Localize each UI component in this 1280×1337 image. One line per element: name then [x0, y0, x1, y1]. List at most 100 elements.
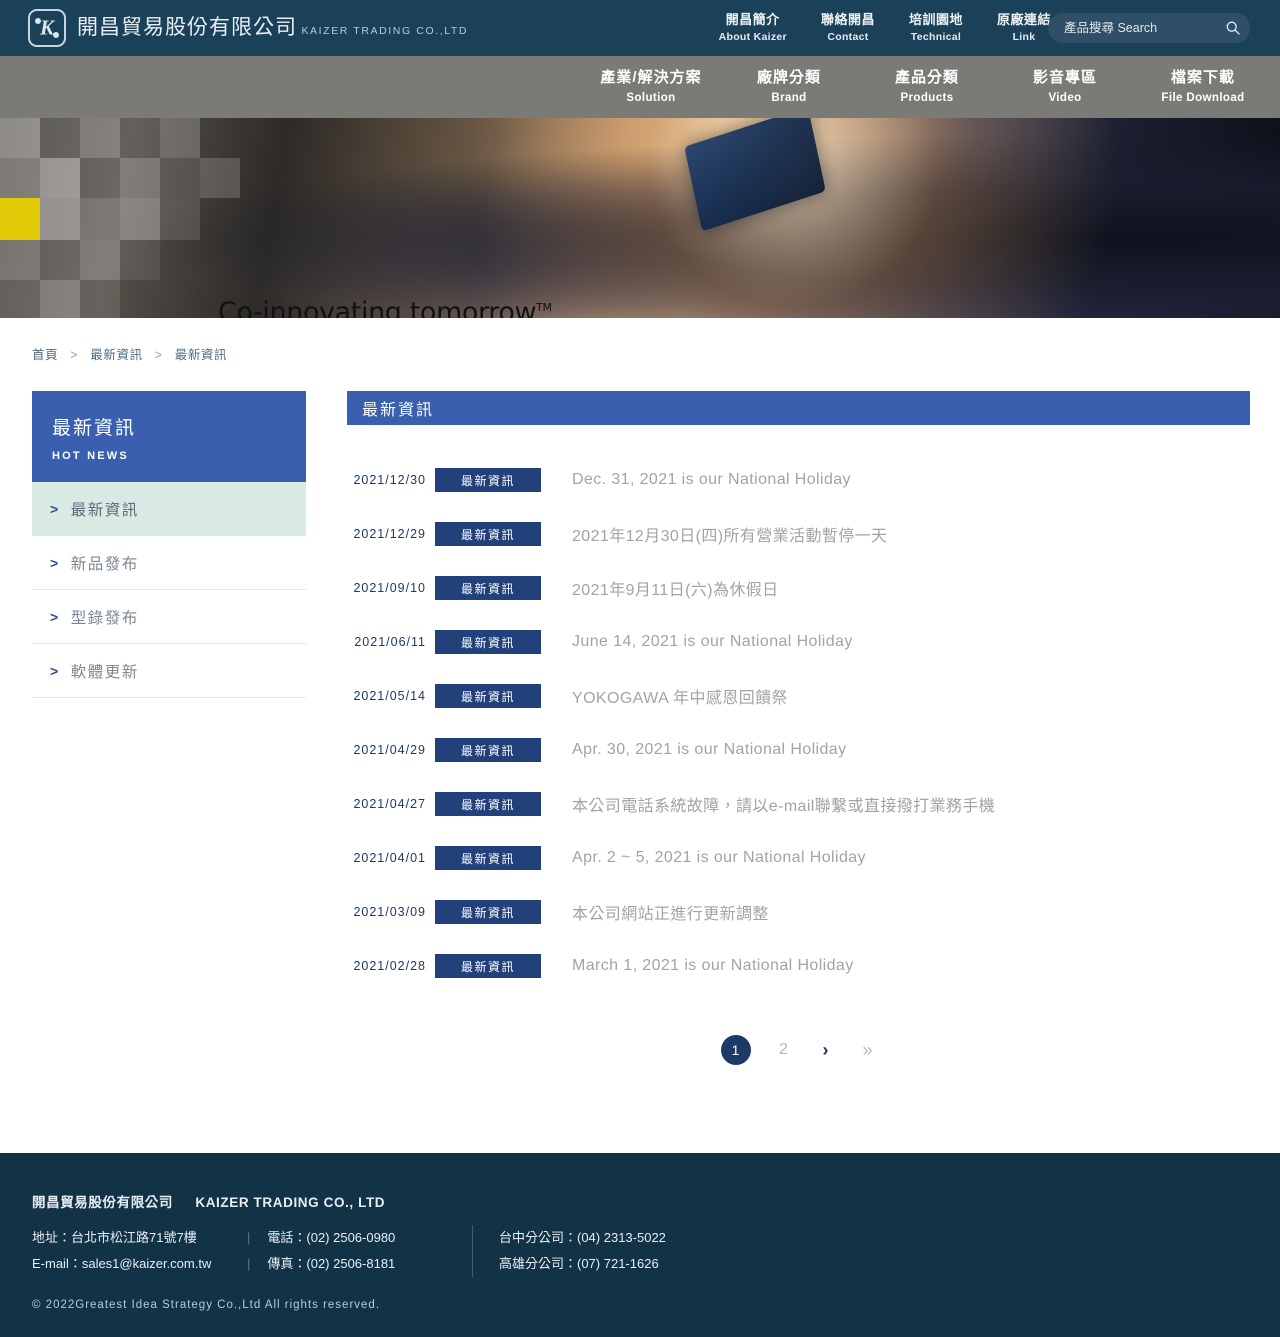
news-date: 2021/04/01 [353, 851, 426, 865]
sidebar-title-cn: 最新資訊 [52, 418, 137, 439]
footer-branch-kaohsiung: 高雄分公司：(07) 721-1626 [499, 1256, 659, 1271]
topnav-item-technical[interactable]: 培訓園地 Technical [892, 12, 980, 43]
kaizer-logo-icon: K [28, 9, 66, 47]
news-item[interactable]: 2021/12/29 最新資訊 2021年12月30日(四)所有營業活動暫停一天 [347, 507, 1250, 561]
news-item[interactable]: 2021/03/09 最新資訊 本公司網站正進行更新調整 [347, 885, 1250, 939]
hero-mosaic-overlay [0, 118, 320, 318]
news-tag-badge: 最新資訊 [435, 684, 541, 708]
pagination-last-icon[interactable]: » [859, 1035, 877, 1065]
news-item[interactable]: 2021/04/27 最新資訊 本公司電話系統故障，請以e-mail聯繫或直接撥… [347, 777, 1250, 831]
news-date: 2021/09/10 [353, 581, 426, 595]
news-title: June 14, 2021 is our National Holiday [572, 633, 853, 650]
topnav-label-cn: 開昌簡介 [725, 12, 780, 28]
mainnav-label-cn: 廠牌分類 [756, 68, 821, 86]
search-input[interactable] [1064, 21, 1225, 35]
utility-nav: 開昌簡介 About Kaizer 聯絡開昌 Contact 培訓園地 Tech… [702, 0, 1068, 56]
topnav-label-cn: 原廠連結 [996, 12, 1051, 28]
sidebar-item-catalog[interactable]: > 型錄發布 [32, 590, 306, 644]
mainnav-label-cn: 產品分類 [894, 68, 959, 86]
news-item[interactable]: 2021/04/01 最新資訊 Apr. 2 ~ 5, 2021 is our … [347, 831, 1250, 885]
news-item[interactable]: 2021/05/14 最新資訊 YOKOGAWA 年中感恩回饋祭 [347, 669, 1250, 723]
topnav-label-en: Contact [827, 30, 869, 43]
news-item[interactable]: 2021/06/11 最新資訊 June 14, 2021 is our Nat… [347, 615, 1250, 669]
mainnav-label-en: Products [900, 92, 954, 105]
news-item[interactable]: 2021/04/29 最新資訊 Apr. 30, 2021 is our Nat… [347, 723, 1250, 777]
mainnav-label-en: File Download [1161, 92, 1245, 105]
topnav-label-en: About Kaizer [718, 30, 787, 43]
topnav-item-contact[interactable]: 聯絡開昌 Contact [804, 12, 892, 43]
brand-name-cn: 開昌貿易股份有限公司 [77, 15, 297, 39]
mainnav-item-video[interactable]: 影音專區 Video [996, 68, 1134, 106]
news-title: 本公司網站正進行更新調整 [572, 906, 769, 923]
news-tag-badge: 最新資訊 [435, 630, 541, 654]
news-title: 2021年9月11日(六)為休假日 [572, 582, 779, 599]
logo-letter: K [39, 15, 54, 40]
news-date: 2021/04/27 [353, 797, 426, 811]
footer-company-cn: 開昌貿易股份有限公司 [32, 1195, 173, 1210]
news-item[interactable]: 2021/12/30 最新資訊 Dec. 31, 2021 is our Nat… [347, 453, 1250, 507]
footer-divider: | [247, 1230, 251, 1245]
mainnav-label-cn: 影音專區 [1032, 68, 1097, 86]
news-tag-badge: 最新資訊 [435, 738, 541, 762]
pagination-page-1[interactable]: 1 [720, 1035, 751, 1065]
sidebar-item-new-products[interactable]: > 新品發布 [32, 536, 306, 590]
mainnav-item-brand[interactable]: 廠牌分類 Brand [720, 68, 858, 106]
topnav-item-about[interactable]: 開昌簡介 About Kaizer [702, 12, 804, 43]
breadcrumb-item-news[interactable]: 最新資訊 [90, 348, 142, 362]
breadcrumb-separator: > [154, 348, 163, 362]
mainnav-item-file-download[interactable]: 檔案下載 File Download [1134, 68, 1272, 106]
footer-fax: 傳真：(02) 2506-8181 [267, 1256, 396, 1271]
news-item[interactable]: 2021/09/10 最新資訊 2021年9月11日(六)為休假日 [347, 561, 1250, 615]
chevron-right-icon: > [50, 662, 60, 679]
chevron-right-icon: > [50, 500, 60, 517]
breadcrumb-separator: > [70, 348, 79, 362]
news-list: 2021/12/30 最新資訊 Dec. 31, 2021 is our Nat… [347, 453, 1250, 993]
news-tag-badge: 最新資訊 [435, 954, 541, 978]
news-title: 本公司電話系統故障，請以e-mail聯繫或直接撥打業務手機 [572, 798, 996, 815]
news-title: Dec. 31, 2021 is our National Holiday [572, 471, 851, 488]
footer-email[interactable]: E-mail：sales1@kaizer.com.tw [32, 1251, 247, 1277]
footer: 開昌貿易股份有限公司 KAIZER TRADING CO., LTD 地址：台北… [0, 1153, 1280, 1337]
mainnav-label-cn: 產業/解決方案 [600, 68, 702, 86]
pagination-page-2[interactable]: 2 [775, 1035, 793, 1065]
footer-phone: 電話：(02) 2506-0980 [267, 1230, 396, 1245]
sidebar-item-software-update[interactable]: > 軟體更新 [32, 644, 306, 698]
mainnav-label-en: Video [1048, 92, 1082, 105]
breadcrumb-item-home[interactable]: 首頁 [32, 348, 58, 362]
pagination: 1 2 › » [347, 1035, 1250, 1065]
footer-branch-taichung: 台中分公司：(04) 2313-5022 [499, 1230, 666, 1245]
sidebar-title-en: HOT NEWS [52, 450, 129, 462]
footer-contact-block: 地址：台北市松江路71號7樓 | 電話：(02) 2506-0980 E-mai… [32, 1225, 472, 1277]
news-tag-badge: 最新資訊 [435, 576, 541, 600]
news-tag-badge: 最新資訊 [435, 846, 541, 870]
main-nav: 產業/解決方案 Solution 廠牌分類 Brand 產品分類 Product… [0, 56, 1280, 118]
news-item[interactable]: 2021/02/28 最新資訊 March 1, 2021 is our Nat… [347, 939, 1250, 993]
news-date: 2021/03/09 [353, 905, 426, 919]
sidebar: 最新資訊 HOT NEWS > 最新資訊 > 新品發布 > 型錄發布 > 軟體更… [32, 391, 306, 698]
search-icon[interactable] [1225, 20, 1241, 36]
hero-banner: Co-innovating tomorrowTM [0, 118, 1280, 318]
pagination-next-icon[interactable]: › [817, 1035, 835, 1065]
news-date: 2021/05/14 [353, 689, 426, 703]
news-date: 2021/04/29 [353, 743, 426, 757]
sidebar-link-latest-news[interactable]: > 最新資訊 [32, 482, 306, 535]
footer-copyright: © 2022Greatest Idea Strategy Co.,Ltd All… [32, 1299, 381, 1311]
site-logo[interactable]: K 開昌貿易股份有限公司 KAIZER TRADING CO.,LTD [0, 9, 468, 47]
sidebar-link-software-update[interactable]: > 軟體更新 [32, 644, 306, 697]
hero-trademark: TM [536, 301, 552, 314]
search-box[interactable] [1048, 13, 1250, 43]
footer-branch-block: 台中分公司：(04) 2313-5022 高雄分公司：(07) 721-1626 [472, 1225, 666, 1277]
breadcrumb-item-current[interactable]: 最新資訊 [175, 348, 227, 362]
topnav-label-en: Technical [910, 30, 962, 43]
mainnav-item-products[interactable]: 產品分類 Products [858, 68, 996, 106]
topnav-label-cn: 培訓園地 [908, 12, 963, 28]
footer-company: 開昌貿易股份有限公司 KAIZER TRADING CO., LTD [32, 1191, 1280, 1211]
sidebar-link-new-products[interactable]: > 新品發布 [32, 536, 306, 589]
mainnav-item-solution[interactable]: 產業/解決方案 Solution [582, 68, 720, 106]
sidebar-item-latest-news[interactable]: > 最新資訊 [32, 482, 306, 536]
hero-tagline: Co-innovating tomorrowTM [218, 297, 552, 318]
top-bar: K 開昌貿易股份有限公司 KAIZER TRADING CO.,LTD 開昌簡介… [0, 0, 1280, 56]
chevron-right-icon: > [50, 608, 60, 625]
sidebar-link-catalog[interactable]: > 型錄發布 [32, 590, 306, 643]
news-tag-badge: 最新資訊 [435, 792, 541, 816]
